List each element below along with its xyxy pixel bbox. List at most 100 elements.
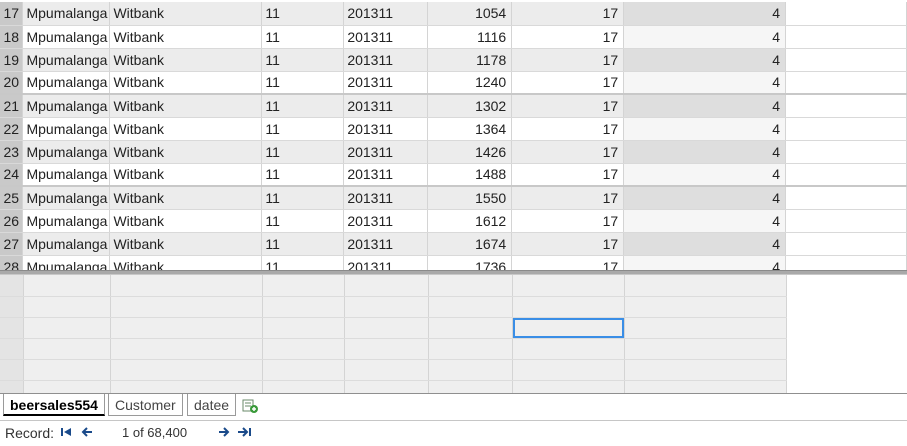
lower-grid-pane[interactable] [0,275,907,393]
column-4-cell[interactable]: 201311 [343,163,429,187]
province-cell[interactable]: Mpumalanga [22,93,111,118]
column-5-cell[interactable]: 1116 [427,25,513,49]
column-5-cell[interactable]: 1612 [427,209,513,233]
province-cell[interactable]: Mpumalanga [22,232,111,256]
row-number[interactable]: 25 [0,185,24,210]
town-cell[interactable]: Witbank [109,71,263,95]
province-cell[interactable]: Mpumalanga [22,209,111,233]
column-3-cell[interactable]: 11 [261,93,345,118]
table-row[interactable]: 24 Mpumalanga Witbank 11 201311 1488 17 … [0,163,907,187]
tab-customer[interactable]: Customer [108,394,183,416]
column-7-cell[interactable]: 4 [623,209,787,233]
column-7-cell[interactable]: 4 [623,163,787,187]
table-row[interactable]: 23 Mpumalanga Witbank 11 201311 1426 17 … [0,140,907,164]
town-cell[interactable]: Witbank [109,117,263,141]
previous-record-icon[interactable] [79,424,95,443]
column-6-cell[interactable]: 17 [511,163,625,187]
town-cell[interactable]: Witbank [109,209,263,233]
column-4-cell[interactable]: 201311 [343,93,429,118]
column-7-cell[interactable]: 4 [623,117,787,141]
table-row[interactable]: 25 Mpumalanga Witbank 11 201311 1550 17 … [0,185,907,210]
record-position[interactable]: 1 of 68,400 [122,425,187,440]
column-7-cell[interactable]: 4 [623,140,787,164]
town-cell[interactable]: Witbank [109,25,263,49]
column-4-cell[interactable]: 201311 [343,2,429,26]
column-7-cell[interactable]: 4 [623,2,787,26]
column-4-cell[interactable]: 201311 [343,185,429,210]
column-6-cell[interactable]: 17 [511,25,625,49]
column-3-cell[interactable]: 11 [261,232,345,256]
table-row[interactable]: 17 Mpumalanga Witbank 11 201311 1054 17 … [0,2,907,26]
province-cell[interactable]: Mpumalanga [22,25,111,49]
column-5-cell[interactable]: 1364 [427,117,513,141]
town-cell[interactable]: Witbank [109,232,263,256]
column-5-cell[interactable]: 1240 [427,71,513,95]
active-cell-selection[interactable] [513,318,624,338]
last-record-icon[interactable] [236,424,254,443]
column-3-cell[interactable]: 11 [261,140,345,164]
town-cell[interactable]: Witbank [109,140,263,164]
column-4-cell[interactable]: 201311 [343,117,429,141]
column-7-cell[interactable]: 4 [623,25,787,49]
column-3-cell[interactable]: 11 [261,25,345,49]
province-cell[interactable]: Mpumalanga [22,140,111,164]
column-6-cell[interactable]: 17 [511,140,625,164]
province-cell[interactable]: Mpumalanga [22,48,111,72]
new-sheet-icon[interactable] [241,398,259,414]
first-record-icon[interactable] [59,424,75,443]
column-3-cell[interactable]: 11 [261,2,345,26]
column-4-cell[interactable]: 201311 [343,209,429,233]
column-3-cell[interactable]: 11 [261,185,345,210]
table-row[interactable]: 18 Mpumalanga Witbank 11 201311 1116 17 … [0,25,907,49]
row-number[interactable]: 24 [0,163,24,187]
column-6-cell[interactable]: 17 [511,232,625,256]
column-7-cell[interactable]: 4 [623,232,787,256]
column-6-cell[interactable]: 17 [511,117,625,141]
row-number[interactable]: 17 [0,2,24,26]
column-5-cell[interactable]: 1488 [427,163,513,187]
column-5-cell[interactable]: 1674 [427,232,513,256]
town-cell[interactable]: Witbank [109,163,263,187]
table-row[interactable]: 27 Mpumalanga Witbank 11 201311 1674 17 … [0,232,907,256]
column-4-cell[interactable]: 201311 [343,232,429,256]
row-number[interactable]: 23 [0,140,24,164]
province-cell[interactable]: Mpumalanga [22,185,111,210]
column-6-cell[interactable]: 17 [511,48,625,72]
column-7-cell[interactable]: 4 [623,71,787,95]
column-3-cell[interactable]: 11 [261,209,345,233]
column-3-cell[interactable]: 11 [261,163,345,187]
province-cell[interactable]: Mpumalanga [22,163,111,187]
table-row[interactable]: 21 Mpumalanga Witbank 11 201311 1302 17 … [0,93,907,118]
table-row[interactable]: 19 Mpumalanga Witbank 11 201311 1178 17 … [0,48,907,72]
column-3-cell[interactable]: 11 [261,71,345,95]
column-4-cell[interactable]: 201311 [343,48,429,72]
table-row[interactable]: 20 Mpumalanga Witbank 11 201311 1240 17 … [0,71,907,95]
province-cell[interactable]: Mpumalanga [22,117,111,141]
row-number[interactable]: 26 [0,209,24,233]
row-number[interactable]: 20 [0,71,24,95]
town-cell[interactable]: Witbank [109,185,263,210]
column-5-cell[interactable]: 1426 [427,140,513,164]
table-row[interactable]: 22 Mpumalanga Witbank 11 201311 1364 17 … [0,117,907,141]
tab-datee[interactable]: datee [187,394,237,416]
column-7-cell[interactable]: 4 [623,93,787,118]
column-7-cell[interactable]: 4 [623,48,787,72]
column-6-cell[interactable]: 17 [511,209,625,233]
province-cell[interactable]: Mpumalanga [22,71,111,95]
town-cell[interactable]: Witbank [109,2,263,26]
row-number[interactable]: 21 [0,93,24,118]
row-number[interactable]: 19 [0,48,24,72]
column-4-cell[interactable]: 201311 [343,25,429,49]
table-row[interactable]: 26 Mpumalanga Witbank 11 201311 1612 17 … [0,209,907,233]
column-6-cell[interactable]: 17 [511,185,625,210]
column-5-cell[interactable]: 1302 [427,93,513,118]
column-4-cell[interactable]: 201311 [343,140,429,164]
province-cell[interactable]: Mpumalanga [22,2,111,26]
column-3-cell[interactable]: 11 [261,117,345,141]
column-5-cell[interactable]: 1054 [427,2,513,26]
column-4-cell[interactable]: 201311 [343,71,429,95]
tab-beersales554[interactable]: beersales554 [3,394,105,416]
town-cell[interactable]: Witbank [109,48,263,72]
row-number[interactable]: 18 [0,25,24,49]
next-record-icon[interactable] [216,424,232,443]
